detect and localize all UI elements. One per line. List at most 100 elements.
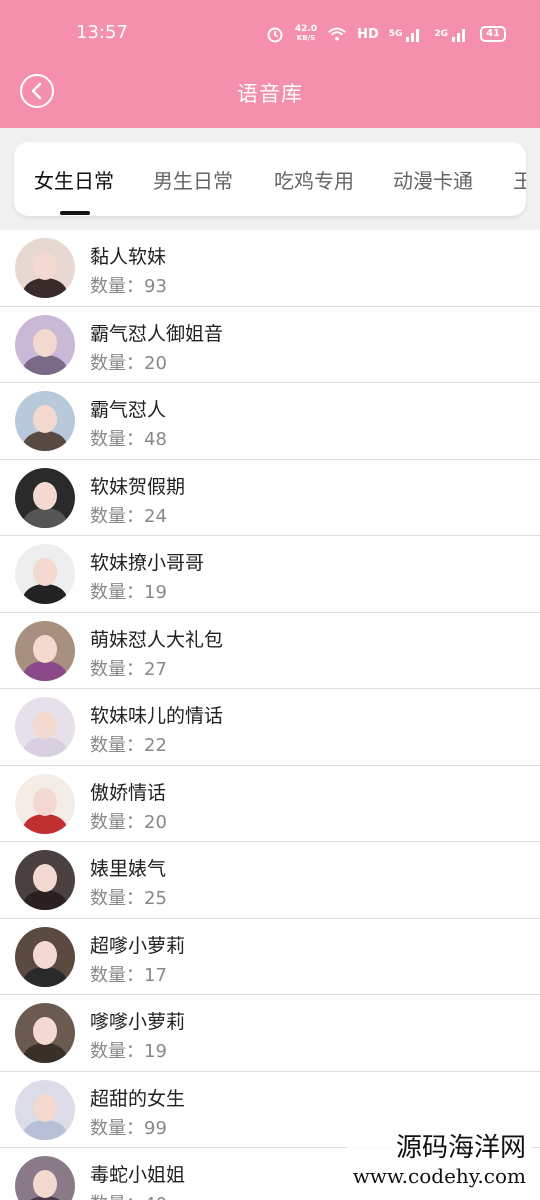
net-speed-unit: KB/S xyxy=(296,34,316,42)
avatar-face xyxy=(33,558,57,586)
item-title: 萌妹怼人大礼包 xyxy=(90,628,224,651)
item-count: 数量：20 xyxy=(90,352,167,374)
voice-pack-list: 黏人软妹 数量：93 霸气怼人御姐音 数量：20 霸气怼人 数量：48 软妹贺假期 数量：24… xyxy=(0,230,540,1200)
status-bar: 13:57 42.0 KB/S HD 5G 2G 41 xyxy=(0,0,540,66)
item-count: 数量：25 xyxy=(90,888,167,909)
avatar-face xyxy=(33,1017,57,1045)
list-item[interactable]: 嗲嗲小萝莉 数量：19 xyxy=(0,995,540,1072)
avatar-figure xyxy=(23,1043,67,1063)
category-tabs: 女生日常 男生日常 吃鸡专用 动漫卡通 王 xyxy=(14,142,526,216)
list-item[interactable]: 软妹味儿的情话 数量：22 xyxy=(0,689,540,766)
item-count: 数量：17 xyxy=(90,964,167,986)
avatar-face xyxy=(33,328,57,357)
tabs-container: 女生日常 男生日常 吃鸡专用 动漫卡通 王 xyxy=(0,128,540,230)
avatar-face xyxy=(33,481,57,510)
item-title: 软妹贺假期 xyxy=(90,475,186,498)
avatar xyxy=(15,850,75,910)
avatar xyxy=(15,620,75,681)
tab-female-daily[interactable]: 女生日常 xyxy=(34,165,114,194)
list-item[interactable]: 霸气怼人数量：48 xyxy=(0,383,540,460)
avatar xyxy=(15,314,75,375)
avatar-face xyxy=(33,1093,57,1122)
app-header: 13:57 42.0 KB/S HD 5G 2G 41 语音库 xyxy=(0,0,540,128)
avatar-figure xyxy=(23,584,67,604)
item-count: 数量：27 xyxy=(90,658,167,680)
tab-next[interactable]: 王 xyxy=(513,165,526,194)
item-title: 毒蛇小姐姐 xyxy=(90,1164,186,1186)
avatar xyxy=(15,1079,75,1140)
item-count: 数量：20 xyxy=(90,811,167,833)
list-item[interactable]: 软妹贺假期数量：24 xyxy=(0,460,540,536)
battery-indicator: 41 xyxy=(480,26,506,42)
list-item[interactable]: 霸气怼人御姐音 数量：20 xyxy=(0,307,540,383)
item-title: 超甜的女生 xyxy=(90,1087,186,1110)
list-item[interactable]: 超嗲小萝莉 数量：17 xyxy=(0,919,540,995)
net-speed: 42.0 KB/S xyxy=(295,25,317,43)
tab-pubg[interactable]: 吃鸡专用 xyxy=(274,165,354,194)
net-speed-value: 42.0 xyxy=(294,24,318,34)
avatar xyxy=(15,544,75,604)
avatar-figure xyxy=(23,660,67,681)
tab-anime[interactable]: 动漫卡通 xyxy=(393,165,473,194)
status-time: 13:57 xyxy=(76,22,128,43)
avatar xyxy=(15,1003,75,1063)
item-count: 数量：22 xyxy=(90,735,167,756)
tab-male-daily[interactable]: 男生日常 xyxy=(153,165,233,194)
avatar xyxy=(15,926,75,987)
avatar-figure xyxy=(23,507,67,528)
list-item[interactable]: 萌妹怼人大礼包 数量：27 xyxy=(0,613,540,689)
item-title: 软妹撩小哥哥 xyxy=(90,552,205,574)
avatar-figure xyxy=(23,813,67,834)
wifi-icon xyxy=(328,27,346,41)
avatar-face xyxy=(33,787,57,816)
page-title: 语音库 xyxy=(237,82,303,106)
avatar xyxy=(15,773,75,834)
item-count: 数量：93 xyxy=(90,276,167,297)
avatar xyxy=(15,391,75,451)
avatar-face xyxy=(33,405,57,433)
avatar xyxy=(15,1156,75,1200)
item-count: 数量：24 xyxy=(90,505,167,527)
network-label: HD xyxy=(357,26,379,42)
item-title: 软妹味儿的情话 xyxy=(90,705,224,727)
avatar-face xyxy=(33,1170,57,1198)
signal-5g-label: 5G xyxy=(388,29,403,39)
active-tab-indicator xyxy=(60,211,90,215)
watermark-url: www.codehy.com xyxy=(352,1164,526,1188)
item-title: 霸气怼人御姐音 xyxy=(90,322,224,345)
signal-bars-icon xyxy=(452,29,466,42)
watermark: 源码海洋网 www.codehy.com xyxy=(346,1125,532,1190)
item-count: 数量：48 xyxy=(90,429,167,450)
list-item[interactable]: 软妹撩小哥哥 数量：19 xyxy=(0,536,540,613)
avatar-figure xyxy=(23,966,67,987)
item-count: 数量：99 xyxy=(90,1117,167,1139)
list-item[interactable]: 黏人软妹数量：93 xyxy=(0,230,540,307)
status-icons: 42.0 KB/S HD 5G 2G 41 xyxy=(265,22,506,46)
avatar-figure xyxy=(23,431,67,451)
avatar-figure xyxy=(23,1119,67,1140)
watermark-title: 源码海洋网 xyxy=(395,1133,526,1163)
item-count: 数量：19 xyxy=(90,582,167,603)
item-title: 婊里婊气 xyxy=(90,858,167,880)
item-title: 霸气怼人 xyxy=(90,399,167,421)
item-title: 嗲嗲小萝莉 xyxy=(90,1011,186,1033)
avatar-figure xyxy=(23,278,67,298)
avatar-face xyxy=(33,634,57,663)
avatar-face xyxy=(33,864,57,892)
avatar xyxy=(15,697,75,757)
avatar xyxy=(15,467,75,528)
avatar-face xyxy=(33,711,57,739)
list-item[interactable]: 婊里婊气数量：25 xyxy=(0,842,540,919)
item-title: 傲娇情话 xyxy=(90,781,167,804)
avatar xyxy=(15,238,75,298)
avatar-face xyxy=(33,940,57,969)
avatar-figure xyxy=(23,737,67,757)
alarm-icon xyxy=(267,27,283,43)
item-count: 数量：40 xyxy=(90,1190,167,1200)
avatar-figure xyxy=(23,890,67,910)
avatar-figure xyxy=(23,354,67,375)
avatar-face xyxy=(33,252,57,280)
item-title: 黏人软妹 xyxy=(90,246,167,268)
list-item[interactable]: 傲娇情话数量：20 xyxy=(0,766,540,842)
signal-bars-icon xyxy=(406,29,420,42)
